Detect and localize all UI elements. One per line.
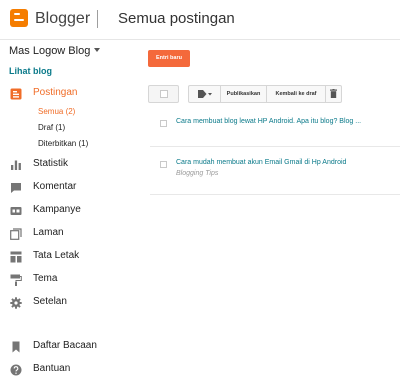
checkbox-box (160, 90, 168, 98)
post-title-link[interactable]: Cara mudah membuat akun Email Gmail di H… (176, 159, 346, 166)
select-all-checkbox[interactable] (148, 85, 179, 103)
sidebar-item-label: Tata Letak (33, 250, 80, 261)
brand-name[interactable]: Blogger (35, 10, 90, 28)
page-title: Semua postingan (118, 10, 235, 27)
sidebar-item-layout[interactable]: Tata Letak (0, 249, 140, 265)
sidebar-item-label: Bantuan (33, 363, 71, 374)
blog-name: Mas Logow Blog (9, 45, 91, 57)
caret-down-icon (94, 48, 101, 52)
sidebar-subitem-draft[interactable]: Draf (1) (38, 123, 65, 132)
row-divider (150, 194, 400, 195)
sidebar-item-label: Daftar Bacaan (33, 340, 97, 351)
sidebar-subitem-all[interactable]: Semua (2) (38, 107, 75, 116)
sidebar-item-posts[interactable]: Postingan (0, 86, 140, 102)
row-checkbox[interactable] (160, 161, 167, 168)
view-blog-link[interactable]: Lihat blog (9, 66, 52, 76)
comment-icon (11, 183, 21, 193)
sidebar-item-label: Komentar (33, 181, 77, 192)
sidebar-item-help[interactable]: Bantuan (0, 362, 140, 378)
bar-chart-icon (11, 160, 21, 170)
row-checkbox[interactable] (160, 120, 167, 127)
layout-icon (10, 251, 22, 263)
blog-selector[interactable]: Mas Logow Blog (9, 45, 101, 57)
paint-roller-icon (10, 274, 22, 286)
publish-button[interactable]: Publikasikan (220, 85, 267, 103)
sidebar-item-settings[interactable]: Setelan (0, 295, 140, 311)
sidebar-item-stats[interactable]: Statistik (0, 157, 140, 173)
tag-icon (197, 89, 212, 98)
label-button[interactable] (188, 85, 221, 103)
delete-button[interactable] (325, 85, 342, 103)
sidebar-item-label: Tema (33, 273, 58, 284)
sidebar-item-pages[interactable]: Laman (0, 226, 140, 242)
blogger-logo-icon[interactable] (10, 9, 28, 27)
posts-icon (10, 88, 22, 100)
ad-icon (10, 207, 22, 215)
new-post-button[interactable]: Entri baru (148, 50, 190, 67)
bookmark-icon (12, 341, 20, 353)
sidebar-item-label: Setelan (33, 296, 67, 307)
help-icon (10, 364, 22, 376)
pages-icon (10, 228, 22, 240)
header-divider (97, 10, 98, 28)
sidebar-item-reading-list[interactable]: Daftar Bacaan (0, 339, 140, 355)
sidebar-item-label: Statistik (33, 158, 69, 169)
sidebar-item-campaigns[interactable]: Kampanye (0, 203, 140, 219)
revert-to-draft-button[interactable]: Kembali ke draf (266, 85, 326, 103)
sidebar-item-comments[interactable]: Komentar (0, 180, 140, 196)
sidebar-item-label: Postingan (33, 87, 78, 98)
sidebar-item-label: Laman (33, 227, 64, 238)
sidebar-item-label: Kampanye (33, 204, 81, 215)
row-divider (150, 146, 400, 147)
post-label[interactable]: Blogging Tips (176, 170, 218, 177)
top-bar: Blogger Semua postingan (0, 0, 400, 40)
gear-icon (10, 297, 22, 309)
sidebar-subitem-published[interactable]: Diterbitkan (1) (38, 139, 88, 148)
trash-icon (330, 89, 337, 99)
sidebar-item-theme[interactable]: Tema (0, 272, 140, 288)
post-title-link[interactable]: Cara membuat blog lewat HP Android. Apa … (176, 118, 361, 125)
